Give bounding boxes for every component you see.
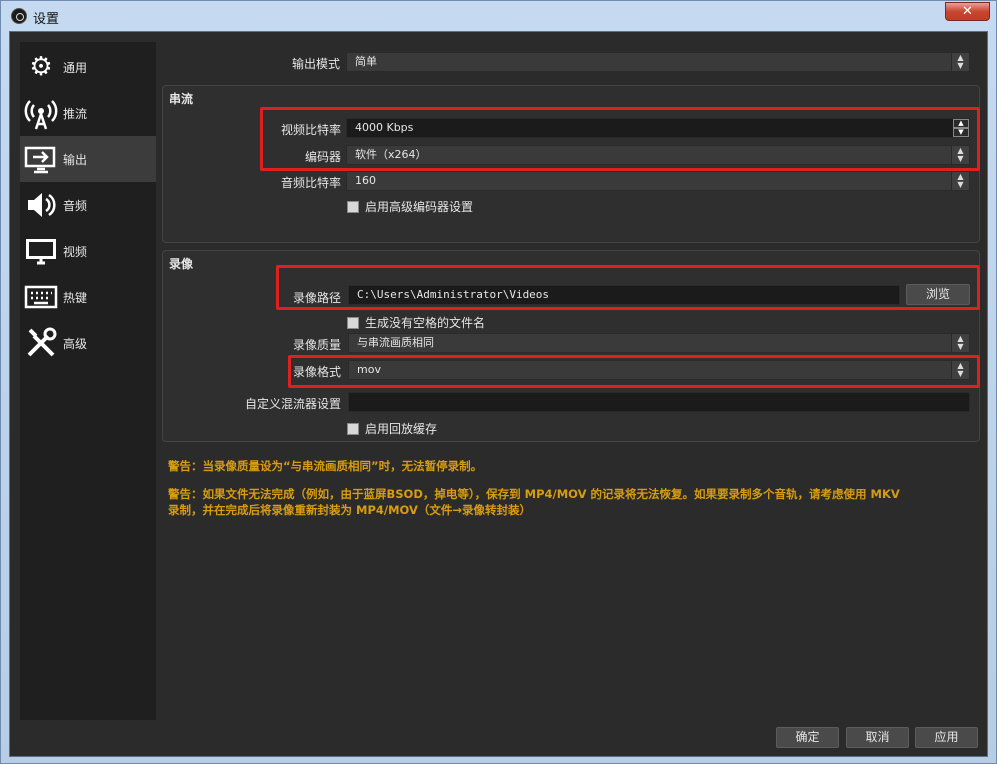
audio-bitrate-label: 音频比特率 [280,176,341,190]
recording-group-title: 录像 [169,257,194,271]
output-icon [24,142,58,176]
no-space-filename-checkbox[interactable] [347,316,359,329]
sidebar-item-label: 高级 [63,337,88,351]
output-mode-select[interactable]: 简单 ▲ ▼ [346,52,970,72]
warning-file-recovery-line2: 录制，并在完成后将录像重新封装为 MP4/MOV（文件→录像转封装） [168,503,532,517]
streaming-group-title: 串流 [169,92,194,106]
recording-quality-select[interactable]: 与串流画质相同 ▲ ▼ [348,333,970,353]
sidebar-item-label: 音频 [63,199,88,213]
output-settings-panel: 输出模式 简单 ▲ ▼ 串流 视频比特率 4000 Kbps ▲ ▼ 编码器 软… [160,42,982,722]
no-space-filename-row: 生成没有空格的文件名 [347,314,485,331]
settings-window: 设置 ✕ ⚙ 通用 推流 输出 音频 视频 热键 高级 输出模式 简单 ▲ ▼ … [0,0,997,764]
advanced-encoder-checkbox[interactable] [347,200,359,213]
gear-icon: ⚙ [29,52,53,82]
sidebar-item-general[interactable]: ⚙ 通用 [20,44,156,90]
advanced-encoder-label: 启用高级编码器设置 [365,200,474,214]
recording-quality-label: 录像质量 [292,338,341,352]
updown-arrows-icon: ▲ ▼ [951,53,969,71]
output-mode-value: 简单 [355,55,377,68]
advanced-encoder-row: 启用高级编码器设置 [347,198,473,215]
highlight-box-recording-format [288,355,980,388]
sidebar-item-label: 输出 [63,153,88,167]
speaker-icon [24,188,58,222]
updown-arrows-icon: ▲ ▼ [951,334,969,352]
broadcast-icon [24,96,58,130]
audio-bitrate-select[interactable]: 160 ▲ ▼ [346,171,970,191]
sidebar-item-label: 视频 [63,245,88,259]
replay-buffer-label: 启用回放缓存 [365,422,438,436]
sidebar-item-video[interactable]: 视频 [20,228,156,274]
sidebar-item-stream[interactable]: 推流 [20,90,156,136]
cancel-button[interactable]: 取消 [846,727,909,748]
settings-sidebar: ⚙ 通用 推流 输出 音频 视频 热键 高级 [20,42,156,720]
sidebar-item-hotkeys[interactable]: 热键 [20,274,156,320]
monitor-icon [24,234,58,268]
warning-pause-recording: 警告：当录像质量设为“与串流画质相同”时，无法暂停录制。 [168,459,483,473]
tools-icon [24,326,58,360]
output-mode-label: 输出模式 [291,57,340,71]
sidebar-item-output[interactable]: 输出 [20,136,156,182]
sidebar-item-advanced[interactable]: 高级 [20,320,156,366]
highlight-box-recording-path [276,265,980,310]
sidebar-item-label: 推流 [63,107,88,121]
ok-button[interactable]: 确定 [776,727,839,748]
close-button[interactable]: ✕ [945,2,990,21]
title-bar[interactable]: 设置 ✕ [1,1,996,31]
warning-file-recovery-line1: 警告：如果文件无法完成（例如，由于蓝屏BSOD，掉电等），保存到 MP4/MOV… [168,487,900,501]
custom-muxer-input[interactable] [348,392,970,412]
custom-muxer-label: 自定义混流器设置 [244,397,341,411]
sidebar-item-label: 通用 [63,61,88,75]
audio-bitrate-value: 160 [355,174,376,187]
apply-button[interactable]: 应用 [915,727,978,748]
obs-logo-icon [11,8,27,24]
sidebar-item-audio[interactable]: 音频 [20,182,156,228]
replay-buffer-checkbox[interactable] [347,422,359,435]
highlight-box-streaming [260,107,980,171]
recording-quality-value: 与串流画质相同 [357,336,434,349]
sidebar-item-label: 热键 [63,291,88,305]
updown-arrows-icon: ▲ ▼ [951,172,969,190]
no-space-filename-label: 生成没有空格的文件名 [365,316,486,330]
window-title: 设置 [33,12,60,27]
keyboard-icon [24,280,58,314]
replay-buffer-row: 启用回放缓存 [347,420,437,437]
settings-client-area: ⚙ 通用 推流 输出 音频 视频 热键 高级 输出模式 简单 ▲ ▼ 串流 视频… [9,31,988,757]
